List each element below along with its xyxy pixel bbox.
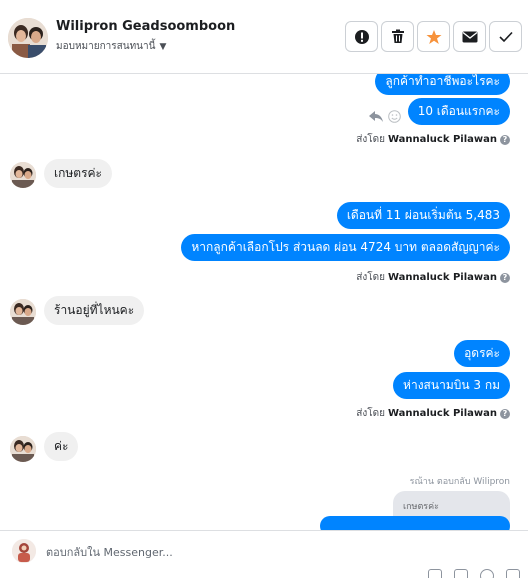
sent-prefix: ส่งโดย (356, 272, 385, 283)
outgoing-message: เดือนที่ 11 ผ่อนเริ่มต้น 5,483 (336, 202, 510, 229)
assign-label: มอบหมายการสนทนานี้ (56, 41, 156, 52)
chevron-down-icon: ▼ (159, 41, 167, 52)
mark-done-button[interactable] (489, 21, 522, 52)
incoming-message: ร้านอยู่ที่ไหนคะ (44, 296, 145, 325)
check-icon (498, 31, 513, 42)
sent-by-label: ส่งโดย Wannaluck Pilawan ? (356, 132, 510, 147)
star-button[interactable] (417, 21, 450, 52)
star-icon (426, 29, 441, 44)
smiley-icon[interactable] (388, 109, 401, 123)
reply-input[interactable]: ตอบกลับใน Messenger... (46, 543, 173, 561)
outgoing-message: หากลูกค้าเลือกโปร ส่วนลด ผ่อน 4724 บาท ต… (181, 234, 510, 261)
report-icon (354, 29, 369, 44)
mark-unread-button[interactable] (453, 21, 486, 52)
contact-name: Wilipron Geadsoomboon (56, 19, 236, 34)
composer-tools (428, 569, 520, 578)
sender-name[interactable]: Wannaluck Pilawan (388, 272, 497, 283)
trash-icon (391, 29, 404, 43)
incoming-message: ค่ะ (44, 432, 79, 461)
outgoing-message: ลูกค้าทำอาชีพอะไรคะ (375, 74, 510, 95)
sent-prefix: ส่งโดย (356, 408, 385, 419)
contact-avatar-small[interactable] (10, 436, 36, 462)
delete-button[interactable] (381, 21, 414, 52)
sender-name[interactable]: Wannaluck Pilawan (388, 408, 497, 419)
sent-by-label: ส่งโดย Wannaluck Pilawan ? (356, 270, 510, 285)
gif-icon[interactable] (454, 569, 468, 578)
sender-name[interactable]: Wannaluck Pilawan (388, 134, 497, 145)
reply-composer: ตอบกลับใน Messenger... (0, 530, 528, 578)
contact-avatar[interactable] (8, 18, 48, 58)
message-thread[interactable]: ลูกค้าทำอาชีพอะไรคะ 10 เดือนแรกคะ ส่งโดย… (0, 74, 528, 530)
envelope-icon (462, 31, 477, 42)
outgoing-message-partial (320, 516, 510, 530)
help-icon[interactable]: ? (500, 408, 510, 419)
outgoing-message: อุดรค่ะ (454, 340, 510, 367)
help-icon[interactable]: ? (500, 272, 510, 283)
incoming-message: เกษตรค่ะ (44, 159, 112, 188)
outgoing-message: 10 เดือนแรกคะ (407, 98, 510, 125)
message-actions (368, 109, 401, 123)
sent-by-label: ส่งโดย Wannaluck Pilawan ? (356, 406, 510, 421)
sticker-icon[interactable] (506, 569, 520, 578)
quoted-text: เกษตรค่ะ (403, 502, 439, 512)
emoji-icon[interactable] (480, 569, 494, 578)
sent-prefix: ส่งโดย (356, 134, 385, 145)
help-icon[interactable]: ? (500, 134, 510, 145)
conversation-header: Wilipron Geadsoomboon มอบหมายการสนทนานี้… (0, 0, 528, 74)
contact-avatar-small[interactable] (10, 299, 36, 325)
reply-icon[interactable] (368, 109, 384, 123)
page-avatar (12, 539, 36, 563)
assign-conversation-dropdown[interactable]: มอบหมายการสนทนานี้ ▼ (56, 39, 166, 54)
contact-avatar-small[interactable] (10, 162, 36, 188)
outgoing-message: ห่างสนามบิน 3 กม (393, 372, 510, 399)
reply-note: รณ้าน ตอบกลับ Wilipron (409, 477, 510, 487)
report-button[interactable] (345, 21, 378, 52)
header-toolbar (345, 21, 522, 52)
attachment-icon[interactable] (428, 569, 442, 578)
